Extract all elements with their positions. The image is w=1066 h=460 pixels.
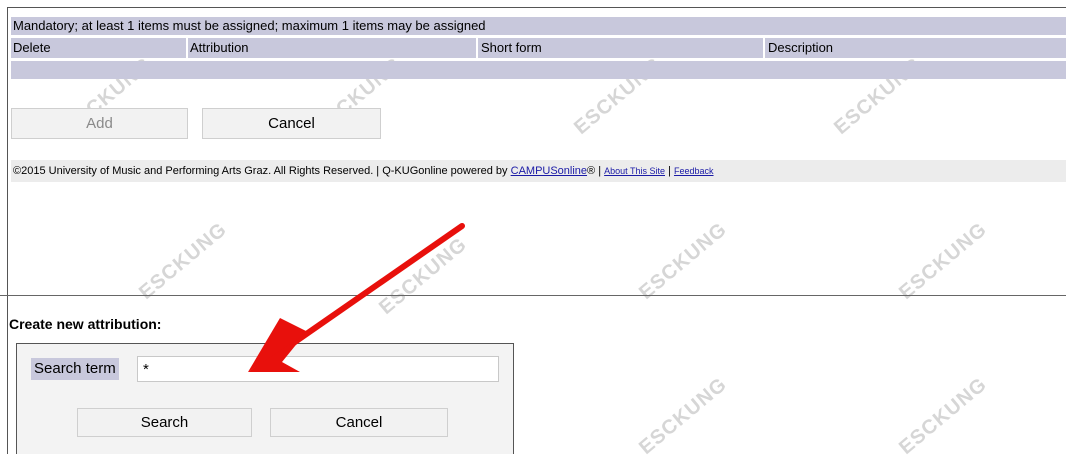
about-this-site-link[interactable]: About This Site <box>604 166 665 176</box>
campusonline-link[interactable]: CAMPUSonline <box>511 165 587 177</box>
section-divider <box>0 295 1066 296</box>
table-row <box>11 61 1066 79</box>
column-separator <box>186 38 188 58</box>
table-header-row: Delete Attribution Short form Descriptio… <box>11 38 1066 58</box>
footer-separator: | <box>665 165 674 177</box>
column-header-delete: Delete <box>13 40 51 55</box>
mandatory-note: Mandatory; at least 1 items must be assi… <box>11 17 1066 35</box>
page-footer: ©2015 University of Music and Performing… <box>11 160 1066 182</box>
column-header-description: Description <box>768 40 834 55</box>
search-button[interactable]: Search <box>77 408 252 437</box>
copyright-text: ©2015 University of Music and Performing… <box>13 165 511 177</box>
column-header-attribution: Attribution <box>190 40 249 55</box>
footer-separator: ® | <box>587 165 605 177</box>
search-term-input[interactable] <box>137 356 499 382</box>
search-panel: Search term Search Cancel <box>16 343 514 454</box>
add-button[interactable]: Add <box>11 108 188 139</box>
column-separator <box>476 38 478 58</box>
cancel-button[interactable]: Cancel <box>202 108 381 139</box>
cancel-search-button[interactable]: Cancel <box>270 408 448 437</box>
feedback-link[interactable]: Feedback <box>674 166 714 176</box>
column-header-short-form: Short form <box>481 40 542 55</box>
column-separator <box>763 38 765 58</box>
create-attribution-title: Create new attribution: <box>9 316 162 332</box>
search-term-label: Search term <box>31 358 119 380</box>
